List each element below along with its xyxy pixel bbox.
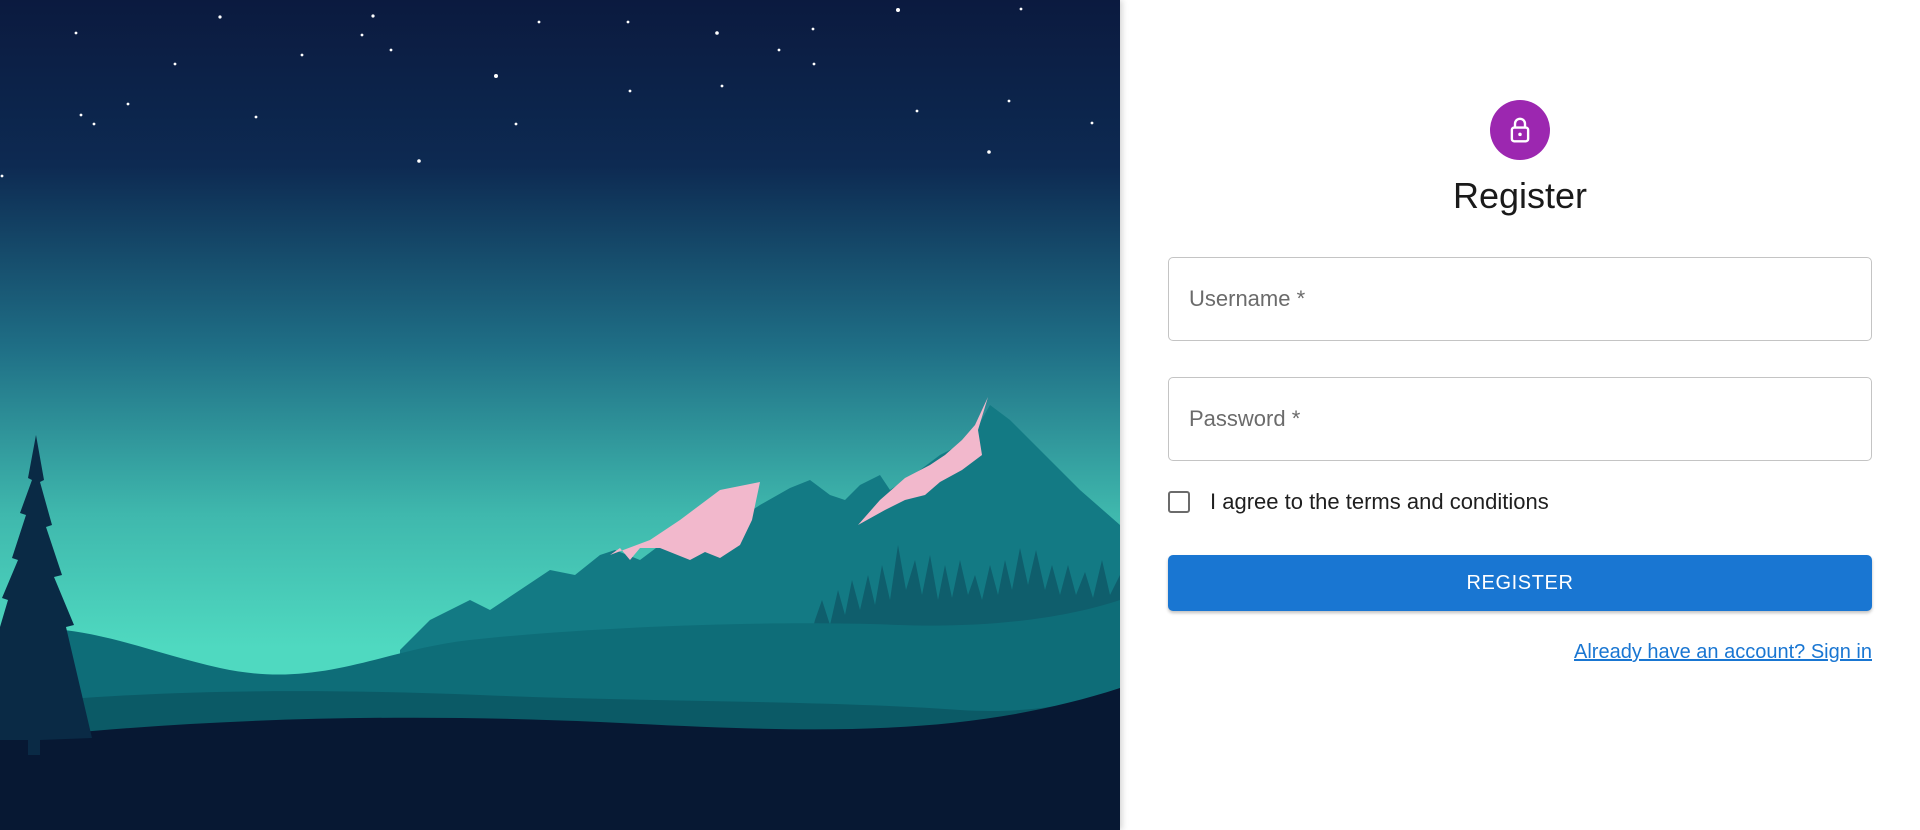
terms-row: I agree to the terms and conditions	[1168, 489, 1872, 515]
password-field[interactable]: Password *	[1168, 377, 1872, 462]
username-placeholder: Username *	[1189, 286, 1306, 312]
register-panel: Register Username * Password * I agree t…	[1120, 0, 1920, 830]
page-title: Register	[1452, 175, 1588, 216]
signin-link[interactable]: Already have an account? Sign in	[1574, 641, 1872, 664]
terms-checkbox[interactable]	[1168, 491, 1190, 514]
hero-illustration	[0, 0, 1120, 830]
lock-icon	[1510, 117, 1530, 143]
terms-label[interactable]: I agree to the terms and conditions	[1210, 489, 1549, 515]
register-form: Register Username * Password * I agree t…	[1168, 100, 1872, 664]
signin-row: Already have an account? Sign in	[1168, 641, 1872, 664]
landscape-illustration	[0, 0, 1120, 830]
register-button[interactable]: REGISTER	[1168, 555, 1872, 612]
username-field[interactable]: Username *	[1168, 257, 1872, 342]
password-placeholder: Password *	[1189, 406, 1301, 432]
register-page: Register Username * Password * I agree t…	[0, 0, 1920, 830]
lock-avatar	[1490, 100, 1550, 160]
